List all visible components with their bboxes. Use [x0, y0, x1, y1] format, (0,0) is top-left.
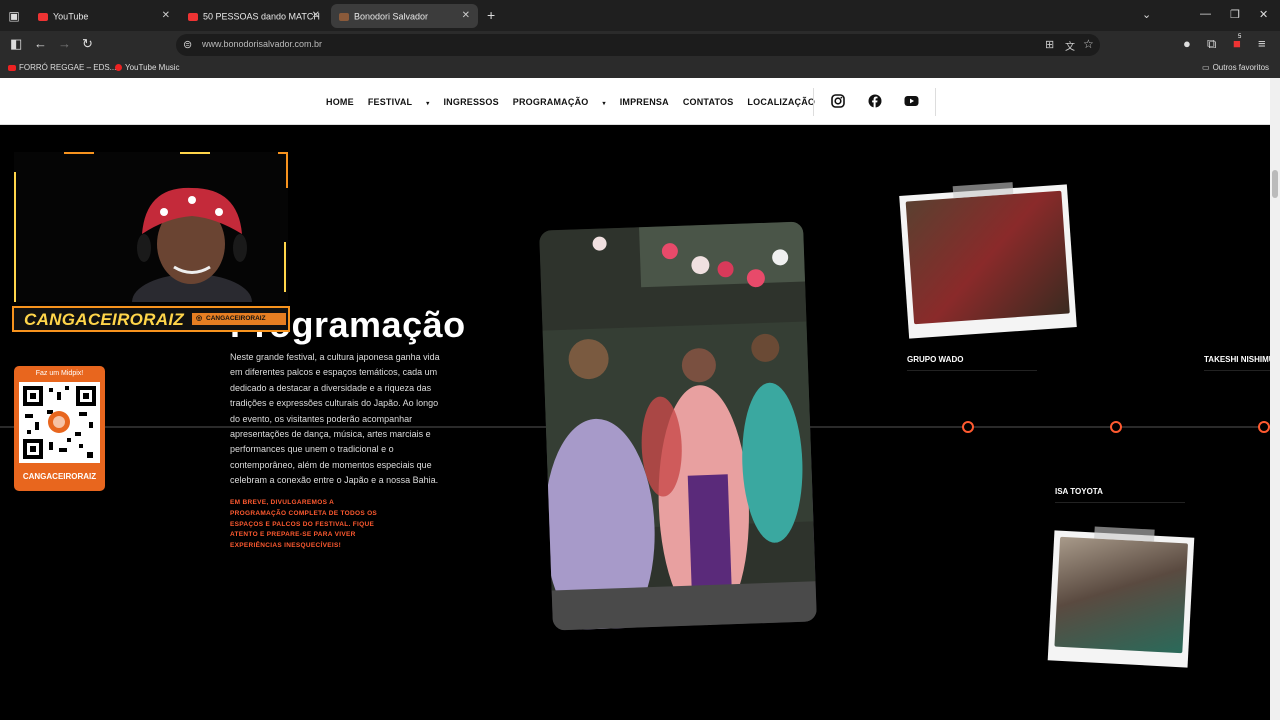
youtube-favicon-icon: [8, 64, 16, 71]
menu-localizacao[interactable]: LOCALIZAÇÃO: [747, 97, 815, 107]
caret-down-icon: ▾: [602, 101, 606, 107]
bookmark-youtube-music[interactable]: YouTube Music: [115, 63, 180, 72]
festival-dancers-image: [539, 221, 817, 631]
close-tab-icon[interactable]: ✕: [162, 4, 170, 28]
new-tab-icon[interactable]: +: [487, 8, 495, 22]
streamer-handle: ◎ CANGACEIRORAIZ: [192, 313, 286, 325]
extension-badge-count: 5: [1238, 34, 1242, 40]
site-header: HOME FESTIVAL ▾ INGRESSOS PROGRAMAÇÃO ▾ IMPREN…: [0, 78, 1270, 125]
qr-title: Faz um Midpix!: [35, 370, 84, 377]
tab-bonodori[interactable]: Bonodori Salvador ✕: [331, 4, 478, 28]
scroll-thumb[interactable]: [1272, 170, 1278, 198]
menu-home[interactable]: HOME: [326, 97, 354, 107]
notice-text: EM BREVE, DIVULGAREMOS A PROGRAMAÇÃO COM…: [230, 499, 378, 550]
extensions-icon[interactable]: ⧉: [1207, 37, 1216, 51]
translate-icon[interactable]: 文: [1065, 38, 1075, 53]
isa-toyota-image: [1054, 536, 1189, 654]
page-scrollbar[interactable]: [1270, 78, 1280, 720]
menu-icon[interactable]: ≡: [1258, 37, 1266, 51]
bookmark-star-icon[interactable]: ☆: [1083, 37, 1094, 51]
description: Neste grande festival, a cultura japones…: [230, 352, 440, 486]
artist-name-grupo-wado: GRUPO WADO: [907, 352, 1037, 371]
browser-tab-bar: ▣ YouTube ✕ 50 PESSOAS dando MATCH ✕ Bon…: [0, 0, 1280, 31]
qr-code-icon: [23, 386, 96, 459]
timeline-dot[interactable]: [962, 421, 974, 433]
instagram-icon[interactable]: [831, 94, 845, 108]
menu-contatos[interactable]: CONTATOS: [683, 97, 734, 107]
youtube-music-icon: [115, 64, 122, 72]
divider: [935, 88, 936, 116]
browser-nav-bar: ◧ ← → ↻ ⊜ www.bonodorisalvador.com.br ⊞ …: [0, 31, 1280, 59]
menu-festival[interactable]: FESTIVAL ▾: [368, 97, 430, 107]
info-icon[interactable]: ●: [1183, 37, 1191, 51]
artist-photo-isa-toyota[interactable]: [1047, 526, 1195, 668]
forward-icon[interactable]: →: [58, 37, 71, 51]
grupo-wado-image: [905, 190, 1070, 325]
sidebar-toggle-icon[interactable]: ◧: [10, 37, 22, 51]
restore-icon[interactable]: ❐: [1230, 8, 1240, 21]
tab-search-icon[interactable]: ▣: [6, 8, 22, 24]
folder-icon: ▭: [1202, 63, 1210, 72]
tab-list-chevron-icon[interactable]: ⌄: [1142, 8, 1151, 21]
main-menu: HOME FESTIVAL ▾ INGRESSOS PROGRAMAÇÃO ▾ IMPREN…: [326, 97, 829, 107]
caret-down-icon: ▾: [426, 101, 430, 107]
other-bookmarks[interactable]: ▭ Outros favoritos: [1202, 63, 1269, 72]
site-favicon-icon: [339, 12, 349, 21]
artist-name-isa-toyota: ISA TOYOTA: [1055, 484, 1185, 503]
timeline-dot[interactable]: [1110, 421, 1122, 433]
festival-photo: [539, 221, 817, 631]
youtube-favicon-icon: [38, 12, 48, 21]
streamer-banner: CANGACEIRORAIZ ◎ CANGACEIRORAIZ: [12, 306, 290, 332]
menu-ingressos[interactable]: INGRESSOS: [443, 97, 498, 107]
facebook-icon[interactable]: [868, 94, 882, 108]
tab-youtube[interactable]: YouTube ✕: [30, 4, 178, 28]
webcam-overlay: [14, 152, 288, 302]
artist-photo-grupo-wado[interactable]: [899, 182, 1077, 339]
qr-donation-card: Faz um Midpix! CANGACEIRORAIZ: [14, 366, 105, 491]
back-icon[interactable]: ←: [34, 37, 47, 51]
divider: [813, 88, 814, 116]
bookmarks-bar: FORRÓ REGGAE – EDS... YouTube Music ▭ Out…: [0, 59, 1280, 78]
site-info-icon[interactable]: ⊜: [183, 38, 192, 51]
minimize-icon[interactable]: —: [1200, 8, 1211, 20]
install-app-icon[interactable]: ⊞: [1045, 38, 1054, 51]
qr-name: CANGACEIRORAIZ: [22, 472, 97, 481]
reload-icon[interactable]: ↻: [82, 37, 93, 51]
bookmark-forro[interactable]: FORRÓ REGGAE – EDS...: [8, 63, 116, 72]
url-text: www.bonodorisalvador.com.br: [202, 39, 323, 49]
timeline-dot[interactable]: [1258, 421, 1270, 433]
artist-name-takeshi: TAKESHI NISHIMU: [1204, 352, 1270, 371]
address-bar[interactable]: ⊜ www.bonodorisalvador.com.br ⊞ 文 ☆: [176, 34, 1100, 56]
qr-code-image: [19, 382, 100, 463]
menu-programacao[interactable]: PROGRAMAÇÃO ▾: [513, 97, 606, 107]
youtube-favicon-icon: [188, 12, 198, 21]
menu-imprensa[interactable]: IMPRENSA: [620, 97, 669, 107]
streamer-name: CANGACEIRORAIZ: [24, 310, 185, 329]
instagram-icon: ◎: [196, 315, 203, 322]
close-tab-icon[interactable]: ✕: [462, 4, 470, 28]
tab-50-pessoas[interactable]: 50 PESSOAS dando MATCH ✕: [180, 4, 328, 28]
close-tab-icon[interactable]: ✕: [312, 4, 320, 28]
streamer-image: [132, 187, 252, 302]
youtube-icon[interactable]: [904, 94, 919, 108]
close-window-icon[interactable]: ✕: [1259, 8, 1268, 21]
programacao-section: Programação Neste grande festival, a cul…: [0, 126, 1270, 720]
